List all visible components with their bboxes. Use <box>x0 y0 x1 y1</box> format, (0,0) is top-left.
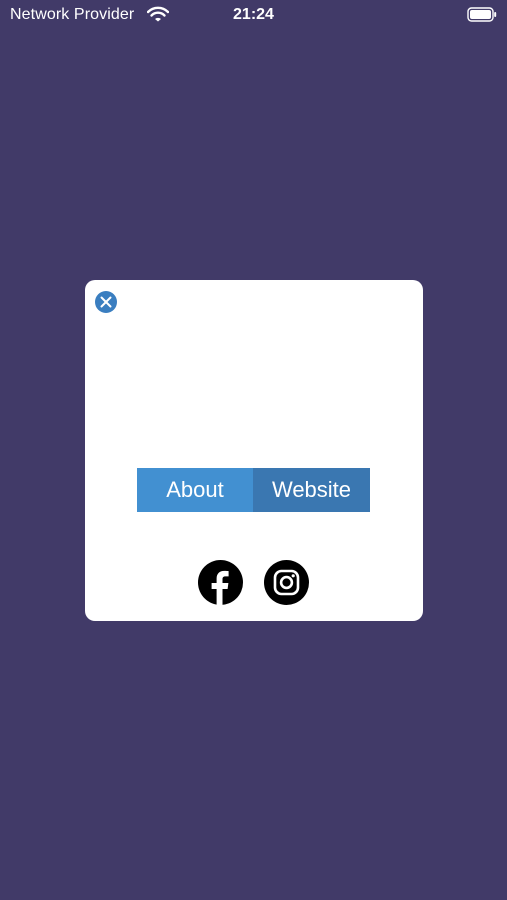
instagram-button[interactable] <box>264 560 309 605</box>
segmented-tabs: About Website <box>137 468 370 512</box>
facebook-icon <box>211 570 229 605</box>
status-time: 21:24 <box>233 6 274 23</box>
info-modal: About Website <box>85 280 423 621</box>
facebook-button[interactable] <box>198 560 243 605</box>
instagram-icon <box>273 569 300 596</box>
tab-about[interactable]: About <box>137 468 253 512</box>
battery-icon <box>467 7 497 22</box>
tab-website[interactable]: Website <box>253 468 370 512</box>
close-icon <box>100 296 112 308</box>
status-bar: Network Provider 21:24 <box>0 0 507 30</box>
social-links <box>198 560 309 605</box>
close-button[interactable] <box>95 291 117 313</box>
